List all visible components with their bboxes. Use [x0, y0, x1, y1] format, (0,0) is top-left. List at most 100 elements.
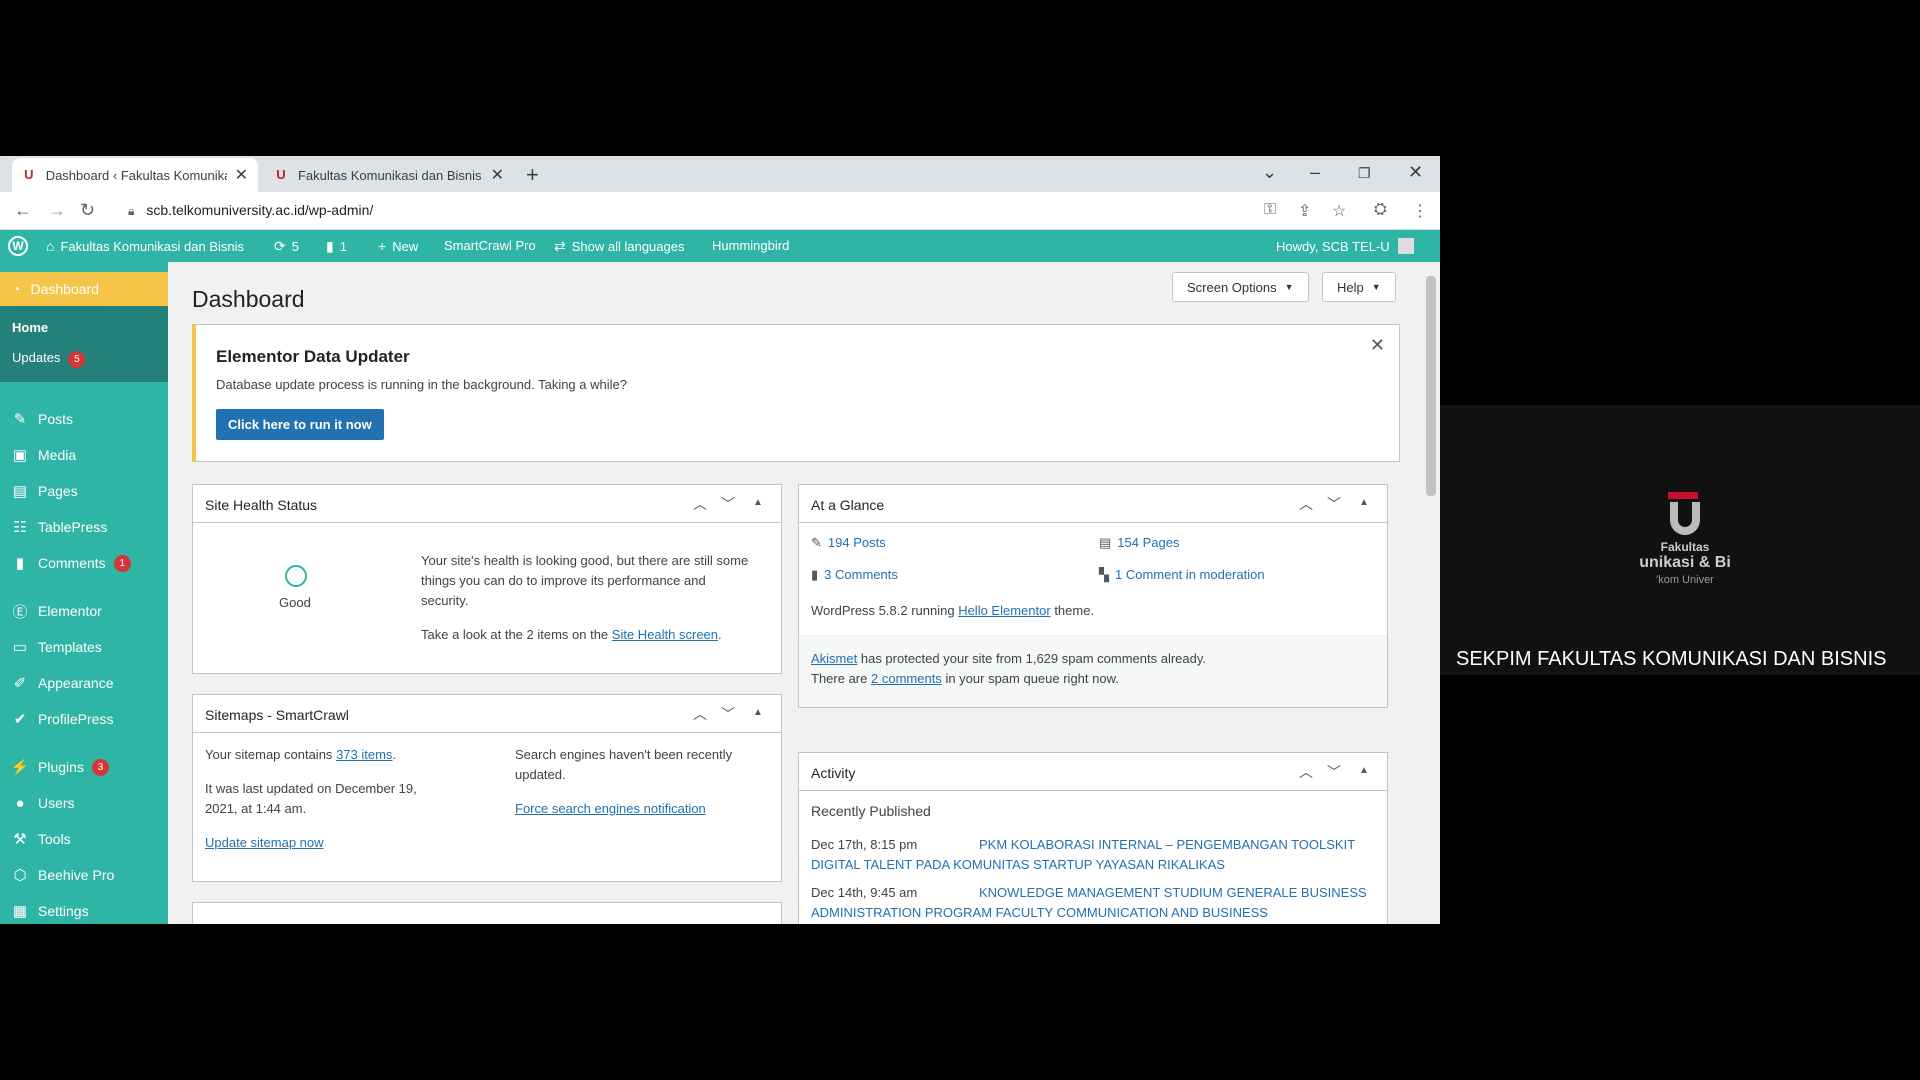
submenu-updates[interactable]: Updates 5 — [12, 350, 86, 368]
smartcrawl-label: SmartCrawl Pro — [444, 238, 536, 253]
move-up-icon[interactable]: ︿ — [693, 704, 707, 724]
sidebar-item-beehive-pro[interactable]: ⬡ Beehive Pro — [0, 860, 168, 890]
sidebar-item-tools[interactable]: ⚒ Tools — [0, 824, 168, 854]
sidebar-item-pages[interactable]: ▤ Pages — [0, 476, 168, 506]
scrollbar-thumb[interactable] — [1426, 276, 1436, 496]
recently-published-heading: Recently Published — [811, 803, 931, 819]
force-notification-link[interactable]: Force search engines notification — [515, 799, 706, 819]
smartcrawl-link[interactable]: SmartCrawl Pro — [444, 238, 536, 253]
spam-queue-text: There are 2 comments in your spam queue … — [811, 669, 1119, 689]
pages-count[interactable]: ▤ 154 Pages — [1099, 533, 1179, 553]
minimize-icon[interactable]: – — [1310, 162, 1320, 183]
comment-icon: ▮ — [15, 555, 25, 572]
tab-dashboard[interactable]: U Dashboard ‹ Fakultas Komunikasi ✕ — [12, 158, 258, 192]
new-tab-button[interactable]: + — [526, 162, 539, 188]
sidebar-item-media[interactable]: ▣ Media — [0, 440, 168, 470]
close-tab-icon[interactable]: ✕ — [491, 165, 504, 185]
move-down-icon[interactable]: ﹀ — [1327, 762, 1341, 782]
sidebar-item-label: Plugins — [38, 759, 84, 775]
move-down-icon[interactable]: ﹀ — [721, 494, 735, 514]
comments-count[interactable]: ▮ 3 Comments — [811, 565, 898, 585]
pages-link[interactable]: 154 Pages — [1117, 535, 1179, 550]
menu-dots-icon[interactable]: ⋮ — [1412, 201, 1428, 221]
panel-title: Sitemaps - SmartCrawl — [205, 707, 349, 723]
move-up-icon[interactable]: ︿ — [1299, 494, 1313, 514]
collapse-icon[interactable]: ▲ — [753, 497, 763, 508]
submenu-home[interactable]: Home — [12, 320, 48, 335]
sidebar-item-templates[interactable]: ▭ Templates — [0, 632, 168, 662]
dismiss-icon[interactable]: ✕ — [1370, 335, 1385, 356]
key-icon[interactable]: ⚿ — [1264, 201, 1276, 219]
profile-icon[interactable]: ⛭ — [1374, 201, 1387, 219]
sidebar-item-posts[interactable]: ✎ Posts — [0, 404, 168, 434]
pin-icon: ✎ — [13, 411, 27, 428]
move-down-icon[interactable]: ﹀ — [721, 704, 735, 724]
move-up-icon[interactable]: ︿ — [1299, 762, 1313, 782]
activity-post-link[interactable]: KNOWLEDGE MANAGEMENT STUDIUM GENERALE BU… — [979, 883, 1367, 903]
moderation-count[interactable]: ▚ 1 Comment in moderation — [1099, 565, 1265, 585]
sidebar-item-label: Beehive Pro — [38, 867, 115, 883]
sidebar-item-comments[interactable]: ▮ Comments 1 — [0, 548, 168, 578]
theme-link[interactable]: Hello Elementor — [958, 603, 1051, 618]
main-content: Dashboard Screen Options ▼ Help ▼ Elemento… — [168, 262, 1422, 924]
close-tab-icon[interactable]: ✕ — [235, 165, 248, 185]
moderation-link[interactable]: 1 Comment in moderation — [1115, 567, 1265, 582]
restore-icon[interactable]: ❐ — [1358, 165, 1371, 182]
activity-post-link[interactable]: DIGITAL TALENT PADA KOMUNITAS STARTUP YA… — [811, 855, 1225, 875]
comments-link[interactable]: 3 Comments — [824, 567, 898, 582]
activity-post-link[interactable]: ADMINISTRATION PROGRAM FACULTY COMMUNICA… — [811, 903, 1268, 923]
activity-post-link[interactable]: PKM KOLABORASI INTERNAL – PENGEMBANGAN T… — [979, 835, 1355, 855]
media-icon: ▣ — [12, 447, 28, 464]
move-up-icon[interactable]: ︿ — [693, 494, 707, 514]
pin-icon: ✎ — [811, 535, 822, 550]
share-icon[interactable]: ⇪ — [1298, 201, 1311, 221]
wordpress-logo-icon[interactable]: W — [8, 236, 28, 256]
collapse-icon[interactable]: ▲ — [1359, 765, 1369, 776]
comments-link[interactable]: ▮ 1 — [326, 238, 347, 255]
sidebar-item-elementor[interactable]: Ⓔ Elementor — [0, 596, 168, 626]
sidebar-item-profilepress[interactable]: ✔ ProfilePress — [0, 704, 168, 734]
reload-icon[interactable]: ↻ — [80, 200, 95, 221]
logo-line1: Fakultas — [1660, 540, 1710, 554]
languages-link[interactable]: ⇄ Show all languages — [554, 238, 684, 255]
spam-comments-link[interactable]: 2 comments — [871, 671, 942, 686]
tab-search-icon[interactable]: ⌄ — [1262, 162, 1277, 183]
help-button[interactable]: Help ▼ — [1322, 272, 1396, 302]
sidebar-item-settings[interactable]: ▦ Settings — [0, 896, 168, 924]
new-label: New — [392, 238, 419, 254]
sidebar-item-label: Users — [38, 795, 75, 811]
sidebar-item-label: Templates — [38, 639, 102, 655]
back-icon[interactable]: ← — [14, 200, 32, 221]
sidebar-item-dashboard[interactable]: ◔ Dashboard — [0, 272, 168, 306]
engines-line1: Search engines haven't been recently — [515, 747, 733, 762]
forward-icon[interactable]: → — [48, 200, 66, 221]
sidebar-item-users[interactable]: ● Users — [0, 788, 168, 818]
move-down-icon[interactable]: ﹀ — [1327, 494, 1341, 514]
site-name-link[interactable]: ⌂ Fakultas Komunikasi dan Bisnis — [46, 238, 244, 254]
tab-bar: U Dashboard ‹ Fakultas Komunikasi ✕ U Fa… — [0, 156, 1440, 192]
sidebar-item-label: Tools — [38, 831, 71, 847]
posts-link[interactable]: 194 Posts — [828, 535, 886, 550]
sidebar-item-appearance[interactable]: ✐ Appearance — [0, 668, 168, 698]
close-window-icon[interactable]: ✕ — [1408, 162, 1423, 183]
sitemap-items-link[interactable]: 373 items — [336, 747, 392, 762]
page-scrollbar[interactable] — [1422, 262, 1440, 924]
sidebar-item-tablepress[interactable]: ☷ TablePress — [0, 512, 168, 542]
updates-badge: 5 — [68, 351, 86, 368]
bookmark-star-icon[interactable]: ☆ — [1332, 201, 1346, 221]
akismet-link[interactable]: Akismet — [811, 651, 857, 666]
run-updater-button[interactable]: Click here to run it now — [216, 409, 384, 440]
updates-link[interactable]: ⟳ 5 — [274, 238, 299, 255]
my-account-link[interactable]: Howdy, SCB TEL-U — [1276, 238, 1414, 254]
tab-fakultas[interactable]: U Fakultas Komunikasi dan Bisnis | ✕ — [264, 158, 514, 192]
hummingbird-link[interactable]: Hummingbird — [712, 238, 789, 253]
new-content-link[interactable]: + New — [378, 238, 418, 254]
collapse-icon[interactable]: ▲ — [1359, 497, 1369, 508]
update-sitemap-link[interactable]: Update sitemap now — [205, 833, 324, 853]
posts-count[interactable]: ✎ 194 Posts — [811, 533, 886, 553]
url-field[interactable]: 🔒︎ scb.telkomuniversity.ac.id/wp-admin/ — [128, 202, 373, 219]
collapse-icon[interactable]: ▲ — [753, 707, 763, 718]
sidebar-item-plugins[interactable]: ⚡ Plugins 3 — [0, 752, 168, 782]
site-health-link[interactable]: Site Health screen — [612, 627, 718, 642]
screen-options-button[interactable]: Screen Options ▼ — [1172, 272, 1309, 302]
